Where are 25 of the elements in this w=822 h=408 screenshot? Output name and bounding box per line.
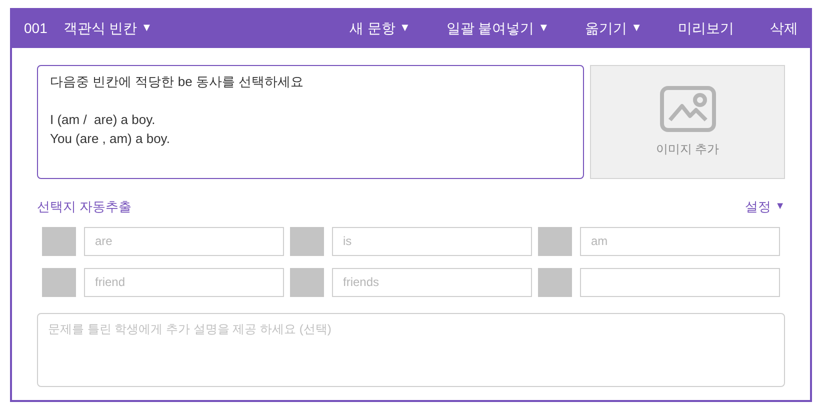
choice-marker[interactable]: [538, 268, 572, 296]
choice-field[interactable]: friends: [332, 268, 532, 296]
choice-marker[interactable]: [290, 226, 324, 256]
header-button[interactable]: 삭제: [770, 18, 798, 38]
choice-field[interactable]: am: [580, 226, 780, 256]
image-icon: [660, 86, 716, 132]
header-dropdown[interactable]: 새 문항 ▼: [350, 18, 410, 38]
choice-marker[interactable]: [42, 268, 76, 296]
settings-dropdown[interactable]: 설정 ▼: [745, 197, 785, 216]
choice-field[interactable]: [580, 268, 780, 296]
type-dropdown[interactable]: 객관식 빈칸 ▼: [63, 18, 152, 38]
choice-field[interactable]: friend: [84, 268, 284, 296]
choice-marker[interactable]: [42, 226, 76, 256]
question-number: 001: [24, 18, 48, 38]
question-field[interactable]: 다음중 빈칸에 적당한 be 동사를 선택하세요 I (am / are) a boy. You (are , am) a boy.: [37, 65, 584, 179]
header-button[interactable]: 미리보기: [678, 18, 734, 38]
explanation-field[interactable]: 문제를 틀린 학생에게 추가 설명을 제공 하세요 (선택): [37, 312, 785, 386]
auto-extract-link[interactable]: 선택지 자동추출: [37, 197, 132, 216]
header-dropdown[interactable]: 옮기기 ▼: [585, 18, 642, 38]
choice-field[interactable]: are: [84, 226, 284, 256]
choice-field[interactable]: is: [332, 226, 532, 256]
choice-marker[interactable]: [538, 226, 572, 256]
header-dropdown[interactable]: 일괄 붙여넣기 ▼: [446, 18, 550, 38]
add-image-button[interactable]: 이미지 추가: [590, 65, 785, 179]
choice-marker[interactable]: [290, 268, 324, 296]
